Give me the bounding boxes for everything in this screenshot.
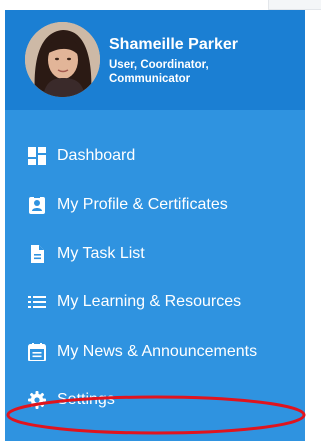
menu-item-label: My Learning & Resources bbox=[57, 293, 242, 310]
id-badge-icon bbox=[27, 195, 47, 215]
avatar[interactable] bbox=[25, 22, 100, 97]
user-roles: User, Coordinator, Communicator bbox=[109, 59, 209, 85]
document-icon bbox=[27, 244, 47, 264]
menu-item-label: My Profile & Certificates bbox=[57, 196, 228, 213]
menu-item-label: My Task List bbox=[57, 245, 145, 262]
avatar-image bbox=[25, 22, 100, 97]
menu-item-news-announcements[interactable]: My News & Announcements bbox=[5, 334, 305, 370]
menu-item-task-list[interactable]: My Task List bbox=[5, 236, 305, 272]
user-name: Shameille Parker bbox=[109, 36, 238, 53]
sidebar: Shameille Parker User, Coordinator, Comm… bbox=[5, 10, 306, 441]
dashboard-icon bbox=[27, 146, 47, 166]
calendar-news-icon bbox=[27, 342, 47, 362]
menu-item-settings[interactable]: Settings bbox=[5, 382, 305, 418]
menu-item-label: My News & Announcements bbox=[57, 343, 258, 360]
menu-item-profile-certificates[interactable]: My Profile & Certificates bbox=[5, 187, 305, 223]
menu-item-learning-resources[interactable]: My Learning & Resources bbox=[5, 284, 305, 320]
list-icon bbox=[27, 292, 47, 312]
menu-item-label: Settings bbox=[57, 391, 115, 408]
gear-icon bbox=[27, 390, 47, 410]
profile-header: Shameille Parker User, Coordinator, Comm… bbox=[5, 10, 305, 110]
menu-item-dashboard[interactable]: Dashboard bbox=[5, 138, 305, 174]
menu-item-label: Dashboard bbox=[57, 147, 136, 164]
window-corner-tab bbox=[268, 0, 321, 10]
